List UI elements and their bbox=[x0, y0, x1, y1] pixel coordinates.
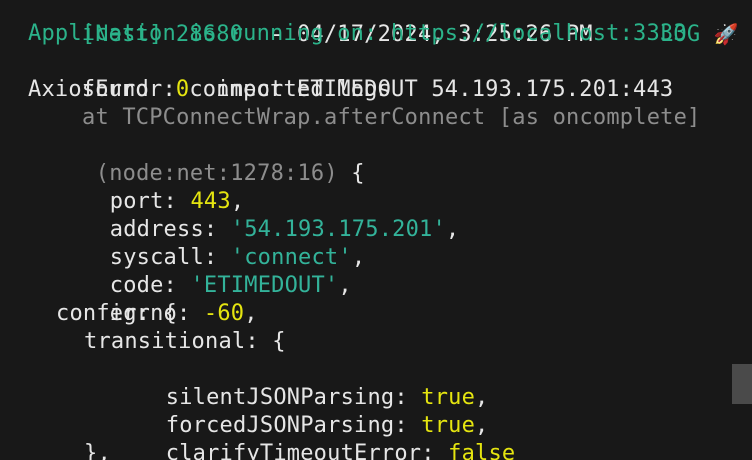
config-line: config: { bbox=[56, 301, 178, 326]
stack-trace-line: at TCPConnectWrap.afterConnect [as oncom… bbox=[82, 105, 701, 130]
comma: , bbox=[445, 217, 460, 242]
address-line: address: '54.193.175.201', bbox=[56, 188, 459, 242]
node-ref-line: (node:net:1278:16) { bbox=[42, 132, 365, 186]
clarify-timeout-line: clarifyTimeoutError: false bbox=[112, 412, 515, 460]
forced-json-line: forcedJSONParsing: true, bbox=[112, 384, 488, 438]
axios-error-line: AxiosError: connect ETIMEDOUT 54.193.175… bbox=[28, 77, 674, 102]
clarify-timeout-key: clarifyTimeoutError: bbox=[165, 441, 435, 460]
rocket-icon: 🚀 bbox=[713, 22, 739, 46]
terminal-window[interactable]: [Nest] 28680 - 04/17/2024, 3:25:26 PM LO… bbox=[0, 0, 752, 460]
open-brace: { bbox=[351, 161, 365, 186]
comma: , bbox=[244, 301, 258, 326]
log-header-line: [Nest] 28680 - 04/17/2024, 3:25:26 PM LO… bbox=[28, 0, 739, 47]
silent-json-line: silentJSONParsing: true, bbox=[112, 356, 488, 410]
scrollbar-thumb[interactable] bbox=[732, 364, 752, 404]
close-brace-line: }, bbox=[84, 441, 111, 460]
transitional-line: transitional: { bbox=[84, 329, 286, 354]
syscall-line: syscall: 'connect', bbox=[56, 216, 365, 270]
port-line: port: 443, bbox=[56, 160, 244, 214]
code-line: code: 'ETIMEDOUT', bbox=[56, 244, 352, 298]
app-running-line: Application is running on: https://local… bbox=[28, 21, 687, 46]
comma: , bbox=[338, 273, 352, 298]
comma: , bbox=[351, 245, 366, 270]
clarify-timeout-value: false bbox=[448, 441, 516, 460]
errno-value: -60 bbox=[203, 301, 245, 326]
errno-line: errno: -60, bbox=[56, 272, 258, 326]
found-logs-line: found 0 imported logs bbox=[28, 48, 391, 102]
